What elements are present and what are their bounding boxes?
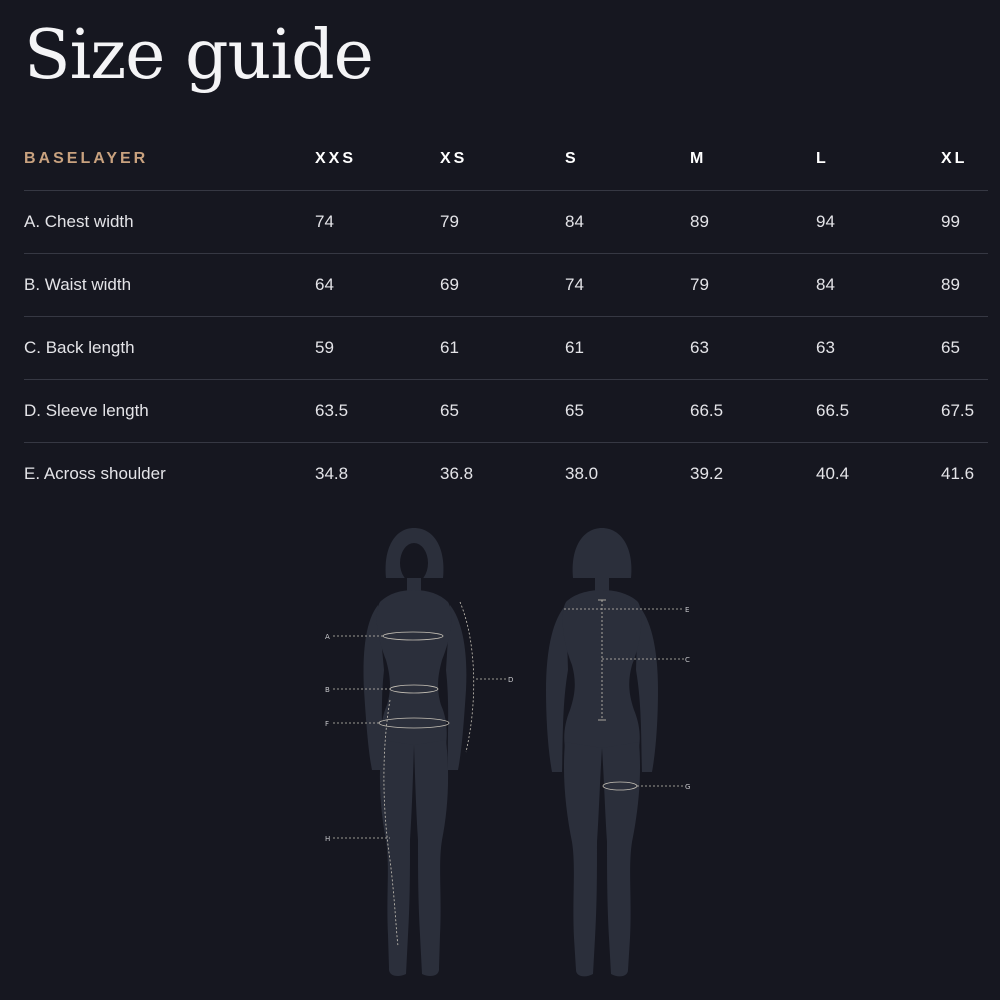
front-labels: A B F H D bbox=[325, 633, 513, 843]
cell-value: 65 bbox=[565, 400, 584, 420]
waist-ring bbox=[389, 684, 439, 694]
label-a: A bbox=[325, 633, 330, 641]
front-leg-right bbox=[414, 740, 449, 976]
cell-value: 63.5 bbox=[315, 400, 349, 420]
cell-value: 63 bbox=[690, 337, 709, 357]
size-header-xl: XL bbox=[941, 149, 968, 167]
label-c: C bbox=[685, 656, 690, 664]
row-label: A. Chest width bbox=[24, 211, 134, 231]
back-hair bbox=[572, 528, 632, 578]
front-torso bbox=[376, 590, 452, 745]
row-label: B. Waist width bbox=[24, 274, 132, 294]
front-arm-left bbox=[363, 605, 384, 770]
cell-value: 66.5 bbox=[816, 400, 850, 420]
front-hair bbox=[385, 528, 444, 578]
row-label: E. Across shoulder bbox=[24, 463, 166, 483]
cell-value: 89 bbox=[941, 274, 960, 294]
cell-value: 99 bbox=[941, 211, 960, 231]
cell-value: 67.5 bbox=[941, 400, 975, 420]
row-label: C. Back length bbox=[24, 337, 135, 357]
cell-value: 39.2 bbox=[690, 463, 724, 483]
front-arm-right bbox=[446, 605, 467, 770]
size-header-s: S bbox=[565, 149, 579, 167]
row-label: D. Sleeve length bbox=[24, 400, 149, 420]
cell-value: 40.4 bbox=[816, 463, 850, 483]
cell-value: 94 bbox=[816, 211, 835, 231]
cell-value: 41.6 bbox=[941, 463, 975, 483]
size-header-xxs: XXS bbox=[315, 149, 357, 167]
chest-ring bbox=[382, 631, 444, 641]
cell-value: 38.0 bbox=[565, 463, 599, 483]
cell-value: 69 bbox=[440, 274, 459, 294]
cell-value: 84 bbox=[816, 274, 835, 294]
label-g: G bbox=[685, 783, 690, 791]
table-row: E. Across shoulder 34.8 36.8 38.0 39.2 4… bbox=[24, 442, 988, 505]
size-header-m: M bbox=[690, 149, 707, 167]
table-row: D. Sleeve length 63.5 65 65 66.5 66.5 67… bbox=[24, 379, 988, 442]
label-h: H bbox=[325, 835, 330, 843]
cell-value: 63 bbox=[816, 337, 835, 357]
cell-value: 66.5 bbox=[690, 400, 724, 420]
size-table: BASELAYER XXS XS S M L XL A. Chest width… bbox=[24, 128, 988, 505]
label-d: D bbox=[508, 676, 513, 684]
size-header-l: L bbox=[816, 149, 829, 167]
front-face bbox=[400, 543, 428, 583]
cell-value: 84 bbox=[565, 211, 584, 231]
front-figure bbox=[363, 528, 467, 976]
cell-value: 61 bbox=[440, 337, 459, 357]
cell-value: 64 bbox=[315, 274, 334, 294]
cell-value: 89 bbox=[690, 211, 709, 231]
table-row: C. Back length 59 61 61 63 63 65 bbox=[24, 316, 988, 379]
cell-value: 61 bbox=[565, 337, 584, 357]
back-arm-left bbox=[546, 605, 568, 772]
back-torso bbox=[562, 590, 642, 748]
label-e: E bbox=[685, 606, 689, 614]
category-header: BASELAYER bbox=[24, 149, 149, 167]
cell-value: 65 bbox=[941, 337, 960, 357]
front-leg-left bbox=[379, 740, 414, 976]
back-figure bbox=[546, 528, 658, 977]
label-b: B bbox=[325, 686, 330, 694]
front-neck bbox=[407, 578, 421, 592]
table-row: A. Chest width 74 79 84 89 94 99 bbox=[24, 190, 988, 253]
back-arm-right bbox=[636, 605, 658, 772]
back-labels: E C G bbox=[685, 606, 690, 791]
table-header-row: BASELAYER XXS XS S M L XL bbox=[24, 128, 988, 190]
back-neck bbox=[595, 576, 609, 592]
table-row: B. Waist width 64 69 74 79 84 89 bbox=[24, 253, 988, 316]
front-measurements bbox=[333, 601, 506, 947]
cell-value: 74 bbox=[315, 211, 334, 231]
cell-value: 79 bbox=[690, 274, 709, 294]
cell-value: 79 bbox=[440, 211, 459, 231]
back-measurements bbox=[564, 599, 684, 791]
thigh-ring bbox=[602, 781, 638, 791]
cell-value: 34.8 bbox=[315, 463, 349, 483]
hip-ring bbox=[378, 717, 450, 729]
label-f: F bbox=[325, 720, 329, 728]
page-title: Size guide bbox=[24, 16, 374, 95]
cell-value: 74 bbox=[565, 274, 584, 294]
cell-value: 59 bbox=[315, 337, 334, 357]
size-header-xs: XS bbox=[440, 149, 468, 167]
cell-value: 36.8 bbox=[440, 463, 474, 483]
back-leg-left bbox=[563, 742, 602, 977]
cell-value: 65 bbox=[440, 400, 459, 420]
back-leg-right bbox=[602, 742, 641, 977]
